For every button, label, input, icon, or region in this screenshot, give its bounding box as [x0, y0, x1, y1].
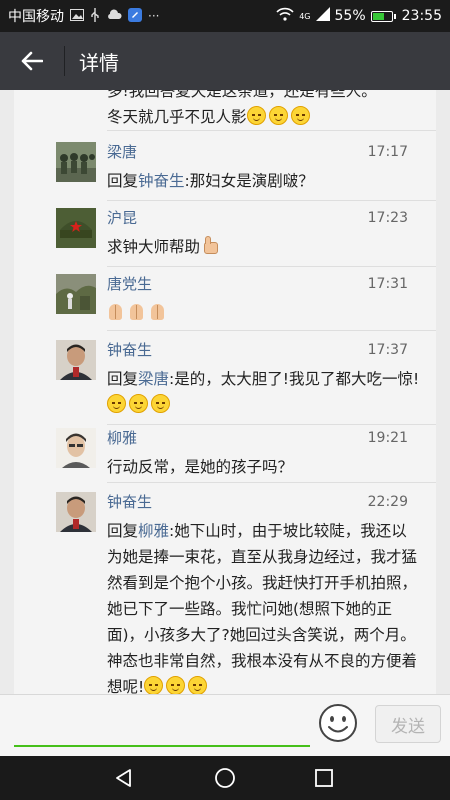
avatar[interactable]: [56, 142, 96, 182]
commenter-name[interactable]: 唐党生: [107, 274, 152, 294]
comment-time: 17:31: [367, 276, 408, 292]
nav-recents-icon: [315, 769, 333, 787]
nav-home-button[interactable]: [211, 764, 239, 792]
avatar[interactable]: [56, 428, 96, 468]
divider: [107, 482, 436, 483]
comment-time: 19:21: [367, 430, 408, 446]
partial-comment-text: 多!我回答夏天是这条道，还是有些人。 冬天就几乎不见人影: [107, 90, 422, 130]
divider: [107, 330, 436, 331]
nav-back-button[interactable]: [110, 764, 138, 792]
pray-emoji-icon: [149, 302, 166, 322]
mention-link[interactable]: 梁唐: [138, 370, 169, 388]
avatar[interactable]: [56, 492, 96, 532]
emoji-button[interactable]: [318, 703, 358, 743]
app-icon: [128, 7, 142, 25]
send-button[interactable]: 发送: [375, 705, 441, 743]
comment-text: 回复钟奋生:那妇女是演剧啵？: [107, 172, 314, 190]
comment-text: 行动反常，是她的孩子吗？: [107, 458, 294, 476]
smile-emoji-icon: [129, 394, 148, 413]
divider: [107, 266, 436, 267]
thumbs-up-emoji-icon: [200, 235, 220, 255]
smile-emoji-icon: [268, 106, 288, 125]
usb-icon: [90, 7, 100, 25]
carrier-label: 中国移动: [8, 9, 64, 25]
commenter-name[interactable]: 钟奋生: [107, 340, 152, 360]
nav-home-icon: [215, 768, 235, 788]
mention-link[interactable]: 柳雅: [138, 522, 169, 540]
battery-percent: 55%: [334, 8, 366, 24]
comment-time: 17:23: [367, 210, 408, 226]
more-icon: ···: [148, 9, 160, 23]
partial-line-2: 冬天就几乎不见人影: [107, 108, 247, 126]
smile-emoji-icon: [107, 394, 126, 413]
back-arrow-icon: [21, 51, 43, 71]
comment-input[interactable]: [14, 705, 314, 745]
system-nav-bar: [0, 756, 450, 800]
cloud-icon: [106, 9, 122, 23]
divider: [107, 130, 436, 131]
commenter-name[interactable]: 柳雅: [107, 428, 137, 448]
smile-emoji-icon: [151, 394, 170, 413]
commenter-name[interactable]: 梁唐: [107, 142, 137, 162]
comment-text: 求钟大师帮助: [107, 234, 422, 260]
comment-text: 回复梁唐:是的，太大胆了!我见了都大吃一惊!: [107, 366, 422, 418]
comment-list[interactable]: 多!我回答夏天是这条道，还是有些人。 冬天就几乎不见人影 梁唐 17:17 回复…: [14, 90, 436, 694]
comment-time: 17:37: [367, 342, 408, 358]
network-type: 4G: [299, 11, 311, 21]
divider: [107, 424, 436, 425]
status-bar: 中国移动 ··· 4G 55% 23:55: [0, 0, 450, 32]
smile-emoji-icon: [290, 106, 310, 125]
avatar[interactable]: [56, 274, 96, 314]
mention-link[interactable]: 钟奋生: [138, 172, 185, 190]
page-title: 详情: [79, 50, 119, 75]
smile-emoji-icon: [246, 106, 266, 125]
smile-emoji-icon: [144, 676, 164, 694]
signal-icon: [315, 7, 330, 25]
clock: 23:55: [401, 8, 442, 24]
comment-time: 22:29: [367, 494, 408, 510]
comment-input-bar: 发送: [0, 694, 450, 756]
emoji-face-icon: [319, 704, 357, 742]
smile-emoji-icon: [188, 676, 208, 694]
back-button[interactable]: [0, 32, 64, 90]
pray-emoji-icon: [128, 302, 145, 322]
nav-back-icon: [116, 769, 131, 787]
avatar[interactable]: [56, 340, 96, 380]
avatar[interactable]: [56, 208, 96, 248]
smile-emoji-icon: [166, 676, 186, 694]
partial-line-1: 多!我回答夏天是这条道，还是有些人。: [107, 90, 377, 100]
commenter-name[interactable]: 钟奋生: [107, 492, 152, 512]
top-bar: 详情: [0, 32, 450, 90]
nav-recents-button[interactable]: [310, 764, 338, 792]
divider: [107, 200, 436, 201]
image-icon: [70, 8, 84, 24]
battery-icon: [370, 10, 396, 22]
comment-time: 17:17: [367, 144, 408, 160]
comment-text: 回复柳雅:她下山时，由于坡比较陡，我还以为她是捧一束花，直至从我身边经过，我才猛…: [107, 522, 418, 694]
input-underline: [14, 745, 310, 747]
wifi-icon: [276, 7, 294, 25]
commenter-name[interactable]: 沪昆: [107, 208, 137, 228]
pray-emoji-icon: [107, 302, 124, 322]
comment-text: [107, 300, 422, 326]
